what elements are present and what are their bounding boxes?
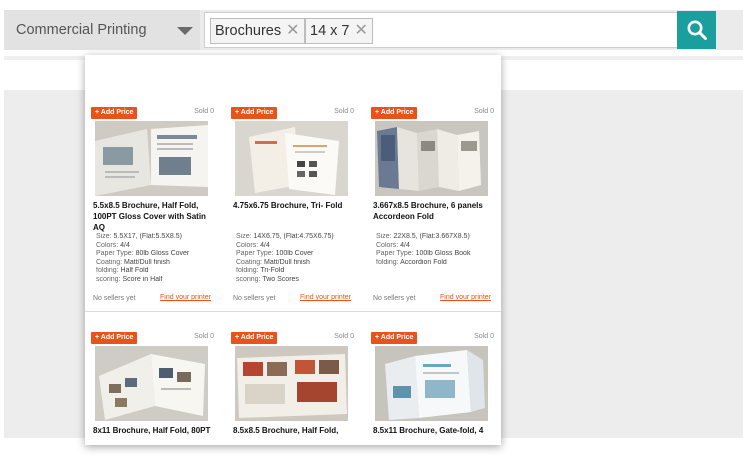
close-icon[interactable]: ✕ xyxy=(355,23,368,39)
chevron-down-icon xyxy=(177,27,193,35)
product-title[interactable]: 5.5x8.5 Brochure, Half Fold, 100PT Gloss… xyxy=(93,200,219,233)
add-price-button[interactable]: + Add Price xyxy=(91,107,138,119)
spec-value: 5.5X17, (Flat:5.5X8.5) xyxy=(113,233,182,240)
spec-label: Colors: xyxy=(236,241,259,249)
spec-value: Score in Half xyxy=(122,275,163,283)
spec-label: folding: xyxy=(376,258,399,266)
spec-value: Half Fold xyxy=(120,267,149,274)
spec-value: 100lb Gloss Book xyxy=(415,250,471,257)
spec-value: Matt/Dull finish xyxy=(264,258,310,266)
search-button[interactable] xyxy=(677,11,716,49)
row-divider xyxy=(85,311,501,312)
spec-value: Matt/Dull finish xyxy=(124,258,170,266)
add-price-button[interactable]: + Add Price xyxy=(231,332,278,344)
spec-value: 4/4 xyxy=(120,241,130,249)
no-sellers-text: No sellers yet xyxy=(373,295,416,302)
find-printer-link[interactable]: Find your printer xyxy=(160,294,211,301)
spec-value: Two Scores xyxy=(262,275,299,283)
spec-label: Size: xyxy=(376,233,392,240)
product-image[interactable] xyxy=(375,346,488,421)
spec-label: Colors: xyxy=(96,241,119,249)
spec-value: 4/4 xyxy=(260,241,270,249)
spec-value: Accordion Fold xyxy=(400,258,447,266)
sold-count: Sold 0 xyxy=(194,333,214,340)
spec-value: 80lb Gloss Cover xyxy=(135,250,190,257)
category-dropdown[interactable]: Commercial Printing xyxy=(4,10,200,50)
search-tag-size: 14 x 7 ✕ xyxy=(305,18,373,44)
product-title[interactable]: 8.5x11 Brochure, Gate-fold, 4 xyxy=(373,425,499,436)
spec-value: 22X8.5, (Flat:3.667X8.5) xyxy=(393,233,470,240)
spec-value: 100lb Cover xyxy=(275,250,314,257)
product-image[interactable] xyxy=(235,346,348,421)
spec-label: folding: xyxy=(236,267,259,274)
spec-label: scoring: xyxy=(96,275,121,283)
spec-label: Paper Type: xyxy=(376,250,414,257)
product-specs: Size: 22X8.5, (Flat:3.667X8.5) Colors: 4… xyxy=(376,233,501,267)
product-title[interactable]: 4.75x6.75 Brochure, Tri- Fold xyxy=(233,200,359,211)
sold-count: Sold 0 xyxy=(474,333,494,340)
product-title[interactable]: 3.667x8.5 Brochure, 6 panels Accordeon F… xyxy=(373,200,499,222)
spec-value: 14X6.75, (Flat:4.75X6.75) xyxy=(253,233,334,240)
search-input[interactable]: Brochures ✕ 14 x 7 ✕ xyxy=(204,12,678,48)
tag-label: Brochures xyxy=(215,23,282,39)
spec-label: Paper Type: xyxy=(96,250,134,257)
close-icon[interactable]: ✕ xyxy=(286,23,299,39)
spec-label: Size: xyxy=(236,233,252,240)
find-printer-link[interactable]: Find your printer xyxy=(440,294,491,301)
find-printer-link[interactable]: Find your printer xyxy=(300,294,351,301)
spec-label: folding: xyxy=(96,267,119,274)
add-price-button[interactable]: + Add Price xyxy=(371,107,418,119)
product-image[interactable] xyxy=(95,346,208,421)
sold-count: Sold 0 xyxy=(334,333,354,340)
search-icon xyxy=(687,20,707,40)
add-price-button[interactable]: + Add Price xyxy=(231,107,278,119)
add-price-button[interactable]: + Add Price xyxy=(371,332,418,344)
product-image[interactable] xyxy=(375,121,488,196)
search-tag-brochures: Brochures ✕ xyxy=(210,18,305,44)
spec-label: Paper Type: xyxy=(236,250,274,257)
product-specs: Size: 5.5X17, (Flat:5.5X8.5) Colors: 4/4… xyxy=(96,233,224,284)
product-title[interactable]: 8.5x8.5 Brochure, Half Fold, xyxy=(233,425,359,436)
sold-count: Sold 0 xyxy=(334,108,354,115)
spec-value: Tri-Fold xyxy=(260,267,285,274)
spec-label: Coating: xyxy=(96,258,123,266)
product-image[interactable] xyxy=(95,121,208,196)
spec-label: Coating: xyxy=(236,258,263,266)
search-results-dropdown: + Add Price Sold 0 5.5x8.5 Brochure, Hal… xyxy=(85,55,501,445)
sold-count: Sold 0 xyxy=(194,108,214,115)
add-price-button[interactable]: + Add Price xyxy=(91,332,138,344)
product-image[interactable] xyxy=(235,121,348,196)
category-label: Commercial Printing xyxy=(16,22,147,38)
spec-label: Colors: xyxy=(376,241,399,249)
product-specs: Size: 14X6.75, (Flat:4.75X6.75) Colors: … xyxy=(236,233,364,284)
sold-count: Sold 0 xyxy=(474,108,494,115)
spec-label: Size: xyxy=(96,233,112,240)
tag-label: 14 x 7 xyxy=(310,23,350,39)
no-sellers-text: No sellers yet xyxy=(93,295,136,302)
spec-value: 4/4 xyxy=(400,241,410,249)
no-sellers-text: No sellers yet xyxy=(233,295,276,302)
spec-label: scoring: xyxy=(236,275,261,283)
product-title[interactable]: 8x11 Brochure, Half Fold, 80PT xyxy=(93,425,219,436)
